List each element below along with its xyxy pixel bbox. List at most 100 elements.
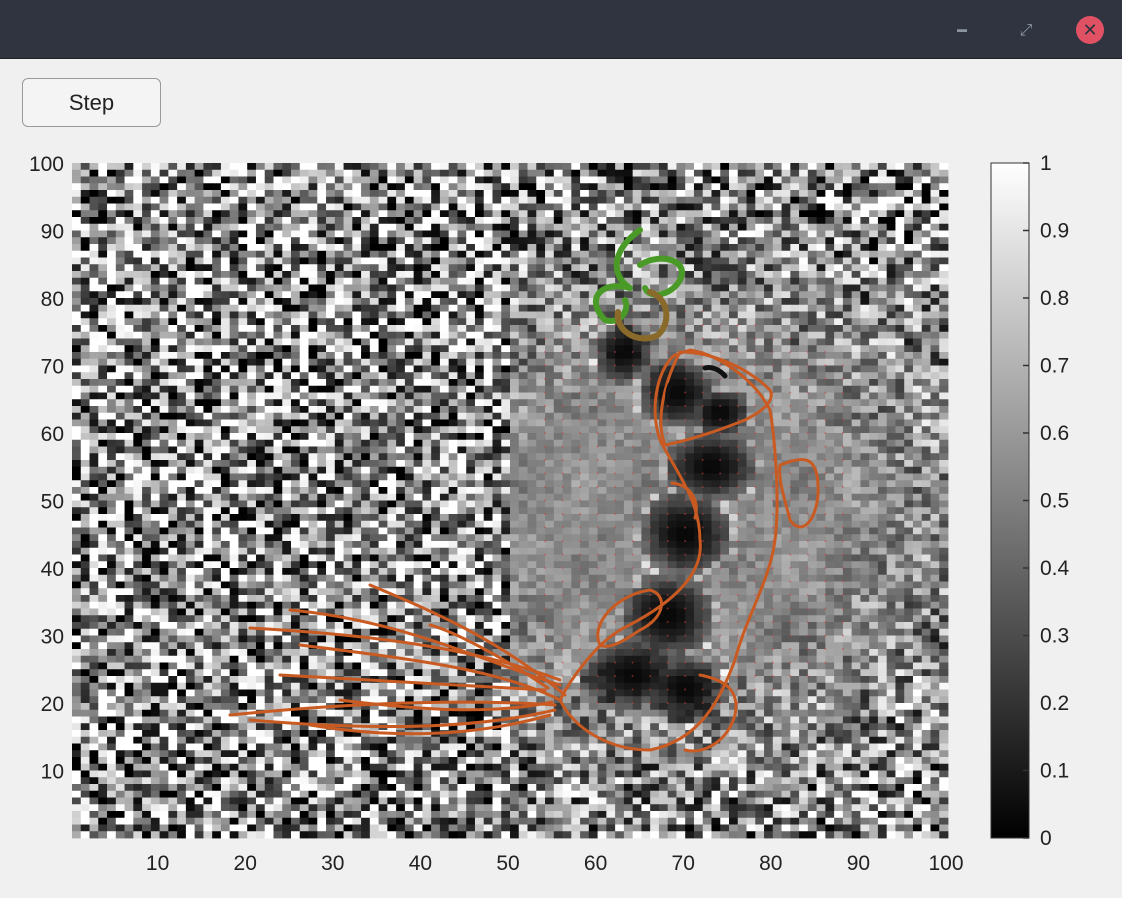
heatmap-cell — [474, 466, 485, 474]
heatmap-cell — [772, 190, 782, 198]
heatmap-cell — [799, 203, 809, 211]
heatmap-cell — [448, 325, 458, 333]
heatmap-cell — [930, 426, 940, 434]
maximize-icon[interactable]: ⤢ — [1012, 16, 1040, 44]
heatmap-cell — [378, 331, 388, 339]
heatmap-cell — [939, 298, 949, 306]
heatmap-cell — [606, 453, 616, 461]
heatmap-cell — [510, 460, 520, 468]
heatmap-cell — [142, 169, 152, 177]
heatmap-cell — [177, 419, 187, 427]
heatmap-cell — [904, 298, 914, 306]
heatmap-cell — [361, 406, 371, 414]
heatmap-cell — [142, 264, 152, 272]
heatmap-cell — [282, 473, 292, 481]
heatmap-cell — [203, 493, 213, 501]
heatmap-cell — [238, 176, 248, 184]
heatmap-cell — [439, 190, 450, 198]
heatmap-cell — [212, 345, 222, 353]
heatmap-cell — [255, 379, 266, 387]
heatmap-cell — [746, 277, 756, 285]
heatmap-cell — [510, 493, 520, 501]
heatmap-cell — [764, 318, 774, 326]
heatmap-cell — [185, 264, 196, 272]
heatmap-cell — [308, 352, 318, 360]
heatmap-cell — [404, 190, 415, 198]
heatmap-cell — [177, 271, 187, 279]
heatmap-cell — [676, 493, 686, 501]
heatmap-cell — [729, 460, 739, 468]
heatmap-cell — [623, 453, 634, 461]
heatmap-cell — [238, 345, 248, 353]
heatmap-cell — [912, 406, 923, 414]
heatmap-cell — [352, 217, 362, 225]
close-icon[interactable]: ✕ — [1076, 16, 1104, 44]
heatmap-cell — [142, 426, 152, 434]
heatmap-cell — [264, 460, 274, 468]
heatmap-cell — [255, 217, 266, 225]
heatmap-cell — [177, 338, 187, 346]
heatmap-cell — [869, 304, 879, 312]
heatmap-cell — [527, 473, 537, 481]
heatmap-cell — [317, 196, 327, 204]
heatmap-cell — [720, 250, 730, 258]
heatmap-cell — [238, 183, 248, 191]
heatmap-cell — [98, 433, 108, 441]
heatmap-cell — [98, 304, 108, 312]
heatmap-cell — [220, 426, 231, 434]
heatmap-cell — [720, 338, 730, 346]
heatmap-cell — [483, 257, 493, 265]
heatmap-cell — [545, 277, 555, 285]
heatmap-cell — [746, 244, 756, 252]
heatmap-cell — [571, 284, 581, 292]
heatmap-cell — [168, 379, 178, 387]
heatmap-cell — [755, 487, 765, 495]
heatmap-cell — [693, 439, 704, 447]
heatmap-cell — [168, 277, 178, 285]
heatmap-cell — [194, 372, 204, 380]
heatmap-cell — [510, 433, 520, 441]
heatmap-cell — [194, 399, 204, 407]
heatmap-cell — [737, 244, 747, 252]
heatmap-cell — [764, 345, 774, 353]
heatmap-cell — [343, 406, 353, 414]
heatmap-cell — [89, 358, 99, 366]
heatmap-cell — [737, 433, 747, 441]
heatmap-cell — [755, 284, 765, 292]
heatmap-cell — [606, 271, 616, 279]
heatmap-cell — [781, 257, 791, 265]
heatmap-cell — [317, 419, 327, 427]
heatmap-cell — [781, 446, 791, 454]
heatmap-cell — [334, 379, 344, 387]
heatmap-cell — [98, 203, 108, 211]
heatmap-cell — [466, 203, 476, 211]
heatmap-cell — [869, 487, 879, 495]
heatmap-cell — [431, 264, 441, 272]
heatmap-cell — [352, 365, 362, 373]
heatmap-cell — [413, 298, 423, 306]
heatmap-cell — [904, 338, 914, 346]
heatmap-cell — [667, 493, 677, 501]
heatmap-cell — [107, 392, 117, 400]
heatmap-cell — [396, 480, 406, 488]
heatmap-cell — [912, 453, 923, 461]
heatmap-cell — [387, 392, 397, 400]
heatmap-cell — [168, 203, 178, 211]
heatmap-cell — [851, 412, 861, 420]
heatmap-cell — [685, 217, 695, 225]
heatmap-cell — [658, 210, 669, 218]
heatmap-cell — [562, 298, 572, 306]
heatmap-cell — [816, 399, 826, 407]
heatmap-cell — [343, 203, 353, 211]
step-button[interactable]: Step — [22, 78, 161, 127]
minimize-icon[interactable]: ━ — [948, 16, 976, 44]
heatmap-cell — [308, 372, 318, 380]
heatmap-cell — [159, 426, 169, 434]
heatmap-cell — [352, 223, 362, 231]
heatmap-cell — [816, 203, 826, 211]
heatmap-cell — [799, 311, 809, 319]
heatmap-cell — [474, 480, 485, 488]
heatmap-cell — [860, 304, 870, 312]
heatmap-cell — [229, 473, 239, 481]
heatmap-cell — [816, 392, 826, 400]
